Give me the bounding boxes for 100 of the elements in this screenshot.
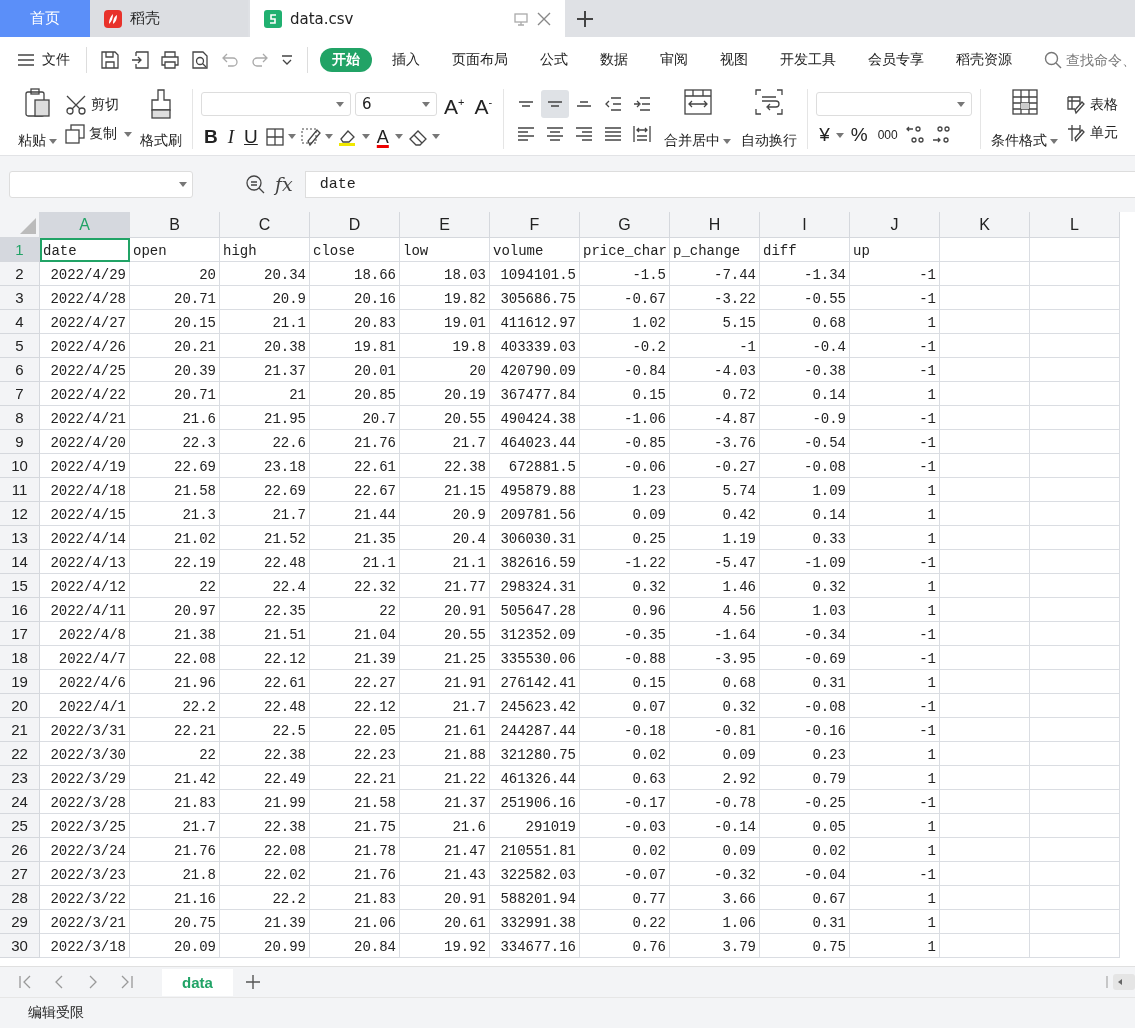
font-color-button[interactable]: A	[373, 125, 392, 148]
row-header[interactable]: 8	[0, 406, 40, 430]
column-header[interactable]: H	[670, 212, 760, 238]
row-header[interactable]: 24	[0, 790, 40, 814]
caret-icon[interactable]	[179, 181, 187, 187]
column-header[interactable]: C	[220, 212, 310, 238]
row-header[interactable]: 30	[0, 934, 40, 958]
underline-button[interactable]: U	[241, 125, 261, 148]
column-header[interactable]: E	[400, 212, 490, 238]
cell-style-button[interactable]: 单元	[1066, 123, 1119, 143]
conditional-format-button[interactable]: 条件格式	[989, 86, 1061, 152]
column-header[interactable]: I	[760, 212, 850, 238]
column-header[interactable]: G	[580, 212, 670, 238]
row-header[interactable]: 13	[0, 526, 40, 550]
format-painter-button[interactable]: 格式刷	[138, 86, 184, 152]
ribbon-tab[interactable]: 稻壳资源	[944, 48, 1024, 72]
caret-icon[interactable]	[422, 101, 430, 107]
caret-icon[interactable]	[394, 134, 403, 139]
column-header[interactable]: D	[310, 212, 400, 238]
add-tab-icon[interactable]	[577, 10, 593, 27]
bold-button[interactable]: B	[201, 125, 221, 148]
row-header[interactable]: 3	[0, 286, 40, 310]
table-style-button[interactable]: 表格	[1066, 95, 1119, 115]
column-header[interactable]: K	[940, 212, 1030, 238]
caret-icon[interactable]	[1050, 138, 1059, 144]
caret-icon[interactable]	[124, 131, 132, 137]
caret-icon[interactable]	[723, 138, 732, 144]
shrink-font-button[interactable]: A$^{-}$	[471, 90, 496, 118]
caret-icon[interactable]	[835, 132, 844, 138]
percent-button[interactable]: %	[847, 124, 871, 146]
last-sheet-icon[interactable]	[120, 975, 134, 989]
function-button[interactable]: fx	[275, 173, 293, 195]
formula-field[interactable]: date	[304, 170, 1135, 198]
zoom-icon[interactable]	[245, 174, 265, 194]
export-icon[interactable]	[130, 50, 150, 70]
row-header[interactable]: 4	[0, 310, 40, 334]
caret-icon[interactable]	[324, 134, 333, 139]
ribbon-tab[interactable]: 视图	[708, 48, 760, 72]
row-header[interactable]: 7	[0, 382, 40, 406]
align-middle-button[interactable]	[541, 90, 570, 118]
cut-button[interactable]: 剪切	[65, 94, 132, 116]
row-header[interactable]: 29	[0, 910, 40, 934]
column-header[interactable]: L	[1030, 212, 1120, 238]
paste-button[interactable]: 粘贴	[16, 86, 59, 152]
row-header[interactable]: 9	[0, 430, 40, 454]
caret-icon[interactable]	[957, 101, 966, 107]
column-header[interactable]: B	[130, 212, 220, 238]
search-field[interactable]: 查找命令、	[1044, 51, 1135, 69]
print-icon[interactable]	[160, 50, 180, 70]
caret-icon[interactable]	[49, 138, 57, 144]
decimal-increase-icon[interactable]	[904, 124, 927, 146]
ribbon-tab[interactable]: 会员专享	[856, 48, 936, 72]
column-header[interactable]: F	[490, 212, 580, 238]
row-header[interactable]: 11	[0, 478, 40, 502]
ribbon-tab[interactable]: 页面布局	[440, 48, 520, 72]
close-icon[interactable]	[537, 11, 551, 26]
row-header[interactable]: 18	[0, 646, 40, 670]
wrap-text-button[interactable]: 自动换行	[739, 86, 800, 152]
file-menu-button[interactable]: 文件	[18, 47, 76, 73]
grow-font-button[interactable]: A$^{+}$	[441, 90, 468, 118]
row-header[interactable]: 2	[0, 262, 40, 286]
row-header[interactable]: 28	[0, 886, 40, 910]
ribbon-tab[interactable]: 公式	[528, 48, 580, 72]
thousands-separator-button[interactable]: 000	[874, 124, 901, 146]
decimal-decrease-icon[interactable]	[930, 124, 953, 146]
currency-button[interactable]: ¥	[816, 124, 833, 146]
row-header[interactable]: 15	[0, 574, 40, 598]
fill-pattern-icon[interactable]	[299, 126, 322, 147]
row-header[interactable]: 10	[0, 454, 40, 478]
row-header[interactable]: 20	[0, 694, 40, 718]
first-sheet-icon[interactable]	[18, 975, 32, 989]
add-sheet-icon[interactable]	[244, 974, 261, 990]
row-header[interactable]: 12	[0, 502, 40, 526]
app-tab[interactable]: data.csv	[250, 0, 565, 37]
ribbon-tab[interactable]: 审阅	[648, 48, 700, 72]
save-icon[interactable]	[100, 50, 120, 70]
row-header[interactable]: 6	[0, 358, 40, 382]
row-header[interactable]: 16	[0, 598, 40, 622]
border-icon[interactable]	[264, 126, 285, 147]
italic-button[interactable]: I	[224, 125, 238, 148]
row-header[interactable]: 19	[0, 670, 40, 694]
copy-button[interactable]: 复制	[65, 124, 132, 144]
row-header[interactable]: 23	[0, 766, 40, 790]
ribbon-tab[interactable]: 插入	[380, 48, 432, 72]
row-header[interactable]: 27	[0, 862, 40, 886]
dropdown-icon[interactable]	[280, 53, 294, 67]
ribbon-tab[interactable]: 开发工具	[768, 48, 848, 72]
ribbon-tab[interactable]: 数据	[588, 48, 640, 72]
merge-center-button[interactable]: 合并居中	[662, 86, 734, 152]
number-format-field[interactable]	[816, 92, 973, 116]
caret-icon[interactable]	[361, 134, 370, 139]
row-header[interactable]: 26	[0, 838, 40, 862]
font-size-field[interactable]: 6	[355, 92, 437, 116]
font-name-field[interactable]	[201, 92, 351, 116]
caret-icon[interactable]	[287, 134, 296, 139]
print-preview-icon[interactable]	[190, 50, 210, 70]
caret-icon[interactable]	[431, 134, 440, 139]
row-header[interactable]: 14	[0, 550, 40, 574]
caret-icon[interactable]	[336, 101, 344, 107]
row-header[interactable]: 25	[0, 814, 40, 838]
